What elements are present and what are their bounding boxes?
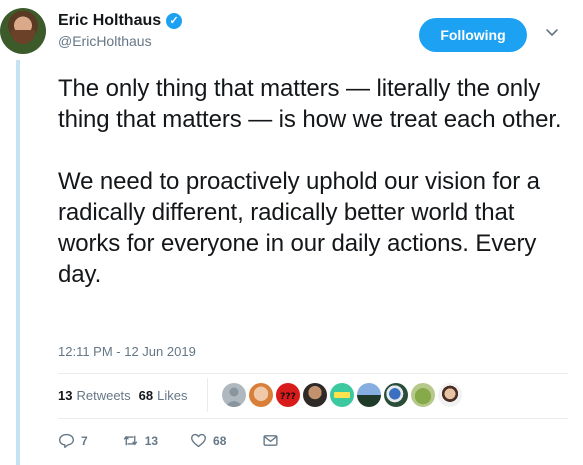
likes-stat[interactable]: 68 Likes bbox=[139, 388, 188, 403]
reply-count: 7 bbox=[81, 433, 88, 448]
liker-avatar[interactable]: ??? bbox=[276, 383, 300, 407]
liker-avatar[interactable] bbox=[303, 383, 327, 407]
user-handle[interactable]: @EricHolthaus bbox=[58, 33, 182, 49]
tweet-text: The only thing that matters — literally … bbox=[58, 75, 562, 288]
liker-avatars: ??? bbox=[222, 383, 462, 407]
stats-separator bbox=[207, 378, 208, 412]
liker-avatar[interactable] bbox=[330, 383, 354, 407]
divider bbox=[58, 373, 568, 374]
retweet-button[interactable]: 13 bbox=[122, 432, 158, 449]
chevron-down-icon[interactable] bbox=[544, 24, 560, 40]
liker-avatar[interactable] bbox=[438, 383, 462, 407]
liker-avatar[interactable] bbox=[249, 383, 273, 407]
reply-icon bbox=[59, 433, 74, 448]
like-count: 68 bbox=[213, 433, 227, 448]
like-button[interactable]: 68 bbox=[190, 432, 226, 449]
retweet-count: 13 bbox=[144, 433, 159, 448]
retweets-stat[interactable]: 13 Retweets bbox=[58, 388, 131, 403]
following-button[interactable]: Following bbox=[419, 18, 527, 52]
thread-line bbox=[16, 60, 20, 465]
retweet-icon bbox=[123, 435, 137, 446]
engagement-stats: 13 Retweets 68 Likes bbox=[58, 388, 196, 403]
liker-avatar[interactable] bbox=[222, 383, 246, 407]
tweet-timestamp[interactable]: 12:11 PM - 12 Jun 2019 bbox=[58, 344, 196, 359]
verified-badge-icon: ✓ bbox=[166, 13, 183, 29]
avatar[interactable] bbox=[0, 8, 46, 54]
heart-icon bbox=[191, 433, 207, 448]
direct-message-button[interactable] bbox=[262, 432, 279, 449]
liker-avatar[interactable] bbox=[357, 383, 381, 407]
liker-avatar[interactable] bbox=[411, 383, 435, 407]
svg-text:???: ??? bbox=[280, 392, 296, 402]
display-name[interactable]: Eric Holthaus bbox=[58, 12, 161, 30]
envelope-icon bbox=[263, 435, 278, 446]
tweet-header: Eric Holthaus ✓ @EricHolthaus bbox=[58, 12, 183, 49]
liker-avatar[interactable] bbox=[384, 383, 408, 407]
tweet-actions: 7 13 68 bbox=[58, 432, 279, 449]
reply-button[interactable]: 7 bbox=[58, 432, 88, 449]
divider bbox=[58, 418, 568, 419]
